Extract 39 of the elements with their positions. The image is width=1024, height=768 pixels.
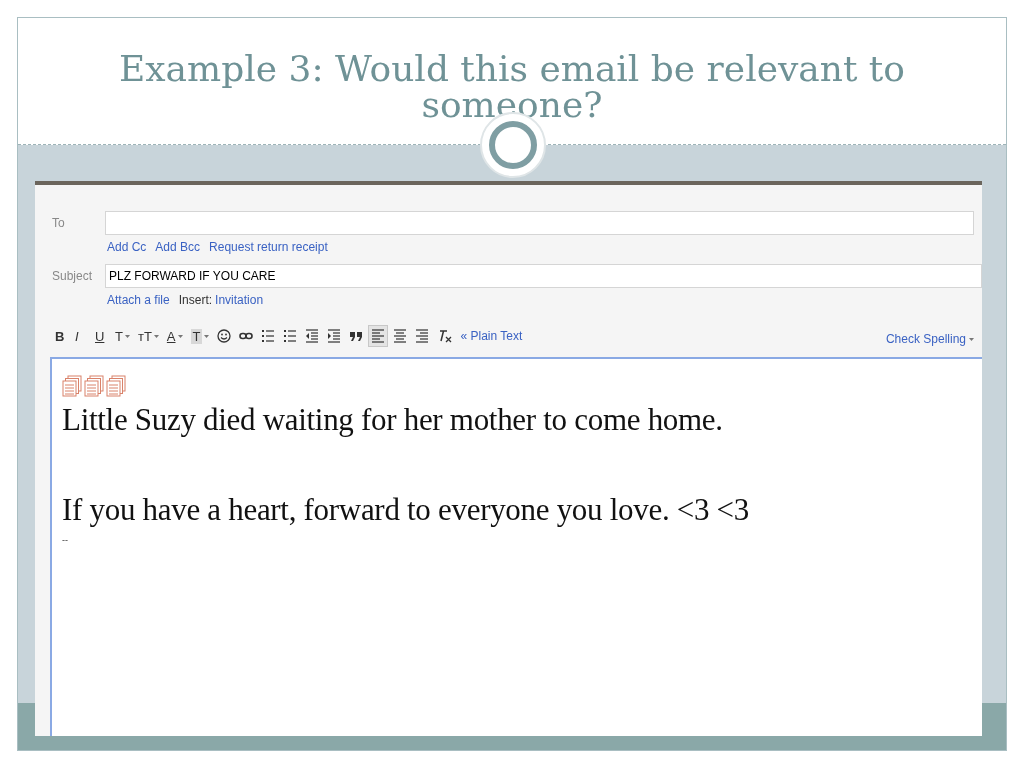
underline-button[interactable]: U xyxy=(92,325,110,347)
indent-icon xyxy=(327,329,342,343)
slide-title: Example 3: Would this email be relevant to someone? xyxy=(118,51,906,127)
compose-link[interactable]: Add Bcc xyxy=(155,240,201,254)
italic-button[interactable]: I xyxy=(72,325,90,347)
to-field[interactable] xyxy=(105,211,974,235)
compose-link[interactable]: Request return receipt xyxy=(209,240,328,254)
subject-label: Subject xyxy=(51,269,94,283)
check-spelling-button[interactable]: Check Spelling xyxy=(879,331,980,347)
numbered-list-icon xyxy=(261,329,276,343)
message-body[interactable]: Little Suzy died waiting for her mother to come home. If you have a heart, forward to everyone you love. <3 <3 -- xyxy=(50,357,982,736)
invitation-link[interactable]: Invitation xyxy=(215,293,264,307)
bold-button[interactable]: B xyxy=(52,325,70,347)
align-left-button[interactable] xyxy=(368,325,389,347)
attach-file-link[interactable]: Attach a file xyxy=(107,293,170,307)
outdent-icon xyxy=(305,329,320,343)
align-right-icon xyxy=(415,329,430,343)
document-stack-icon xyxy=(84,375,104,397)
document-stack-icon xyxy=(62,375,82,397)
caret-icon xyxy=(969,337,974,341)
message-line: Little Suzy died waiting for her mother to come home. xyxy=(62,403,723,437)
subject-field[interactable]: PLZ FORWARD IF YOU CARE xyxy=(105,264,982,288)
document-stack-icon xyxy=(106,375,126,397)
message-line: If you have a heart, forward to everyone you love. <3 <3 xyxy=(62,493,749,527)
bullet-list-icon xyxy=(283,329,298,343)
align-left-icon xyxy=(371,329,386,343)
smiley-icon xyxy=(217,329,232,343)
highlight-button[interactable]: T xyxy=(187,325,213,347)
clear-format-icon xyxy=(437,329,454,343)
size-button[interactable]: тT xyxy=(134,325,162,347)
compose-link[interactable]: Add Cc xyxy=(107,240,147,254)
plain-text-link[interactable]: « Plain Text xyxy=(460,329,523,343)
font-button[interactable]: T xyxy=(112,325,133,347)
align-center-icon xyxy=(393,329,408,343)
signature-separator: -- xyxy=(62,535,68,545)
quote-icon xyxy=(349,329,364,343)
to-label: To xyxy=(51,216,66,230)
color-button[interactable]: A xyxy=(163,325,186,347)
insert-label: Insert: xyxy=(178,293,213,307)
